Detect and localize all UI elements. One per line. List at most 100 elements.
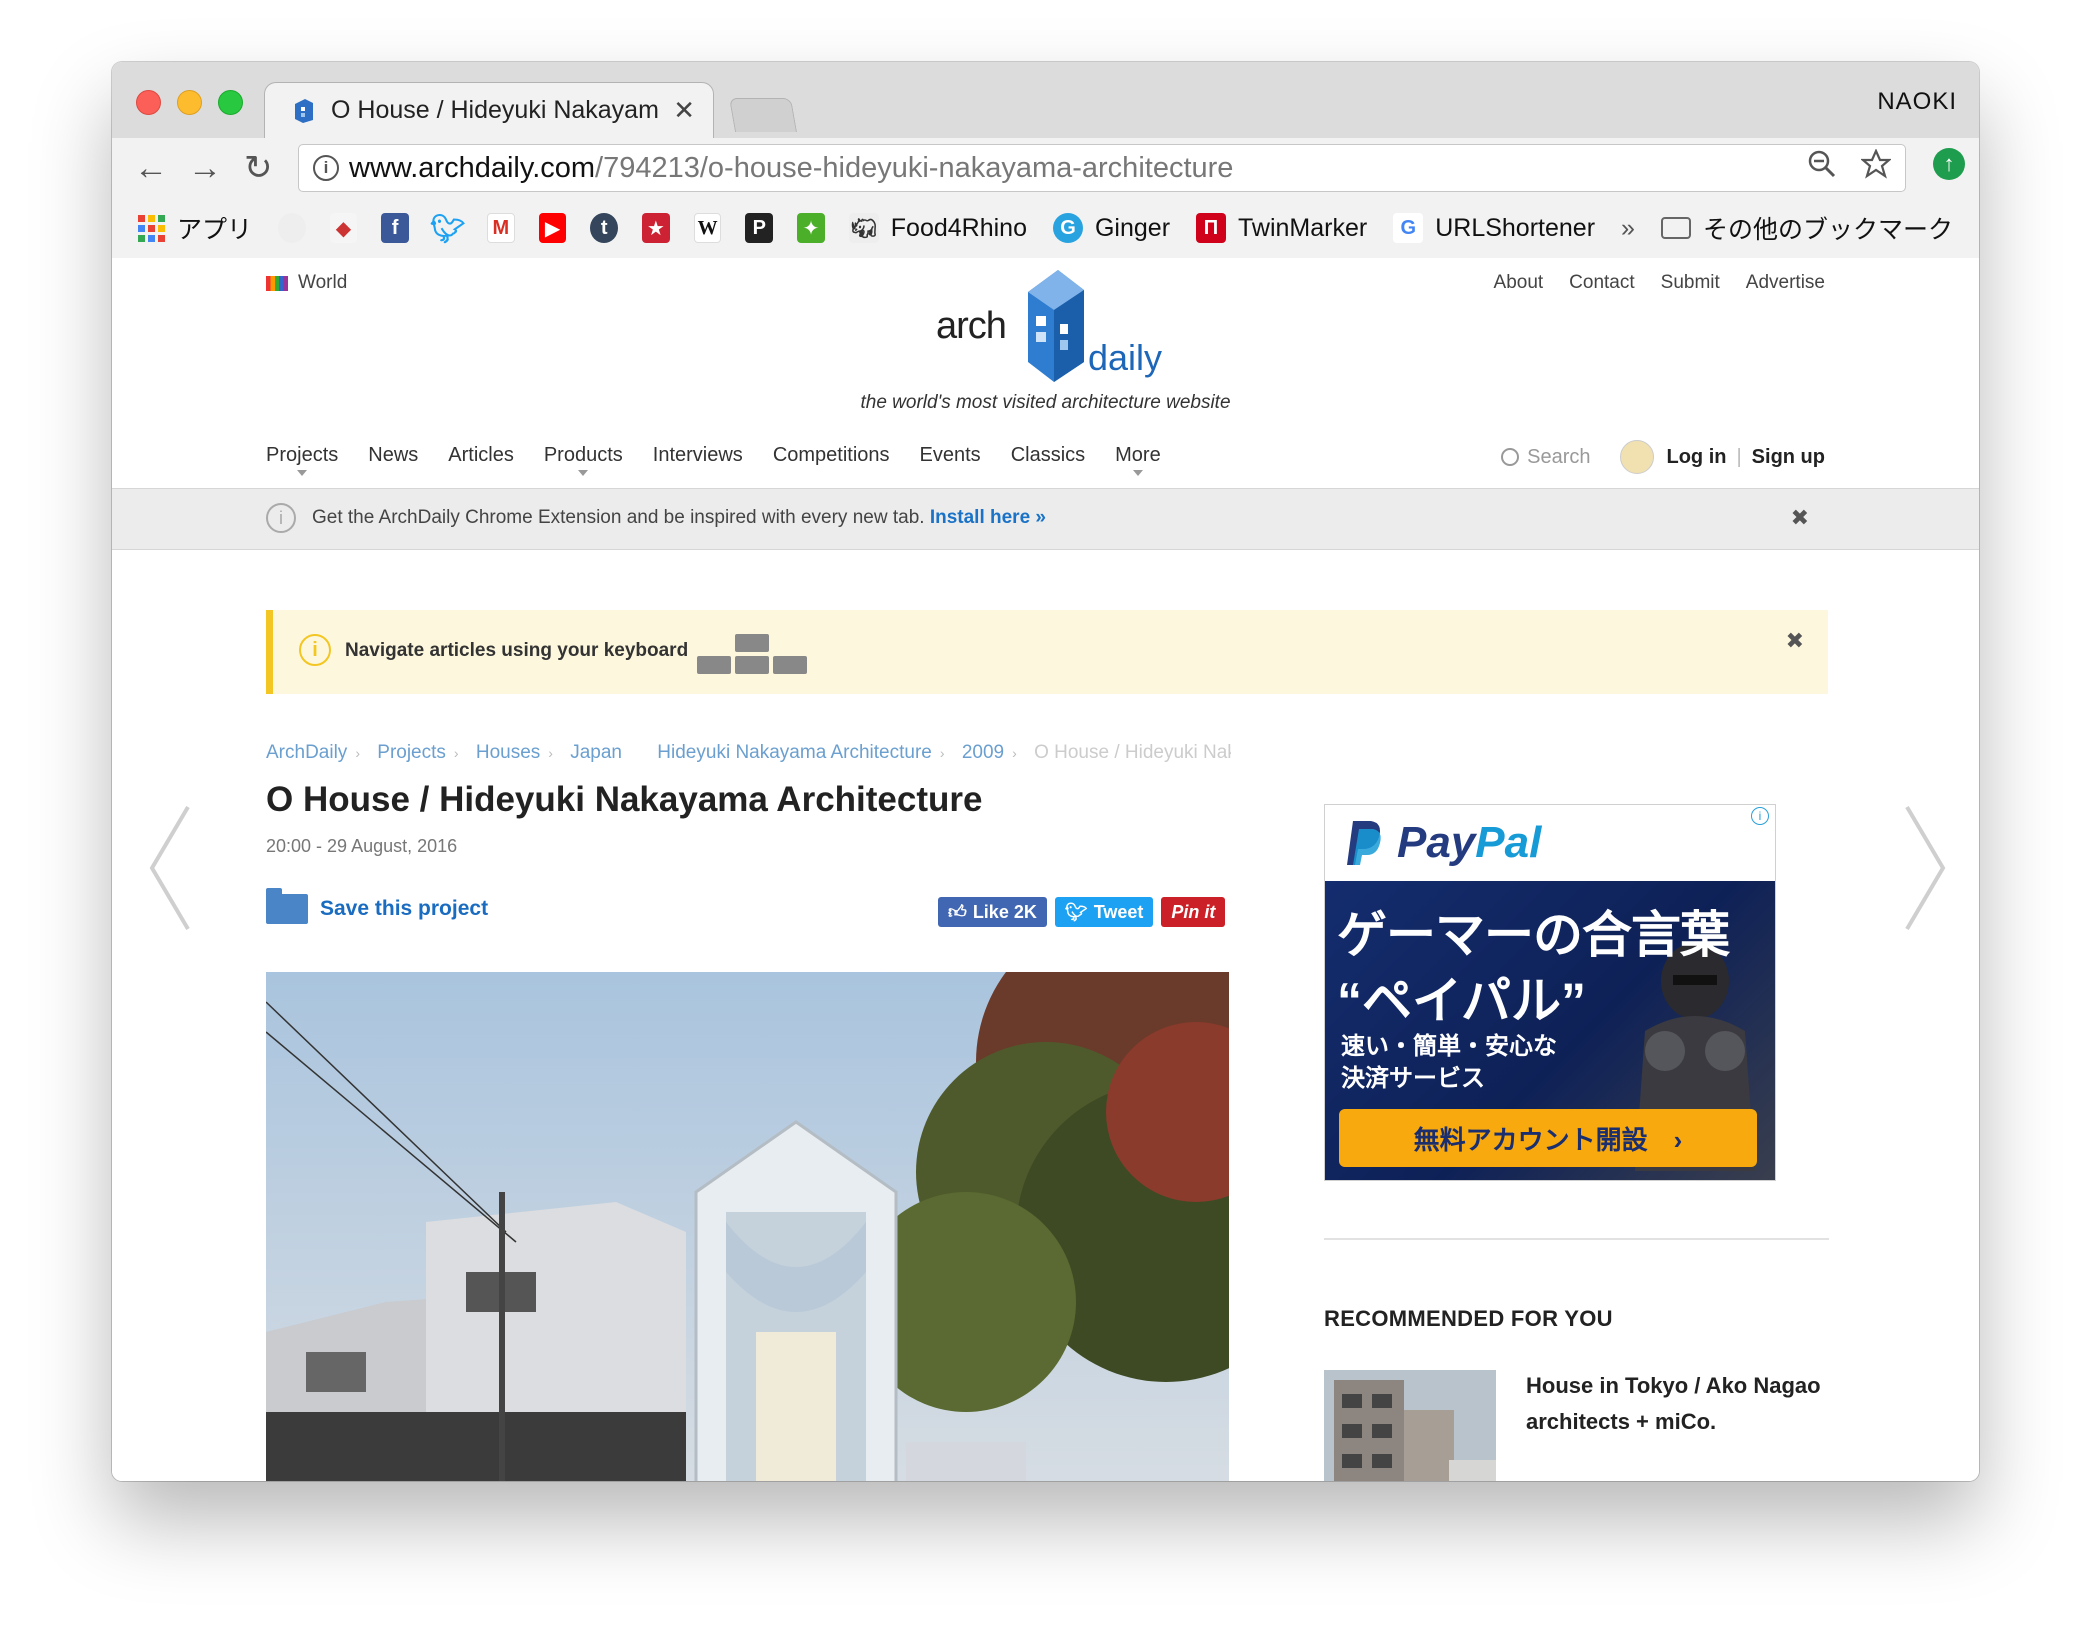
- back-arrow-icon[interactable]: ←: [134, 148, 168, 188]
- breadcrumb-projects[interactable]: Projects: [377, 742, 446, 763]
- bookmark-red-app-icon[interactable]: ★: [642, 213, 670, 243]
- bookmarks-overflow-icon[interactable]: »: [1621, 214, 1635, 243]
- ad-cta-button[interactable]: 無料アカウント開設 ›: [1339, 1109, 1757, 1167]
- nav-competitions[interactable]: Competitions: [773, 444, 890, 467]
- bookmark-p-icon[interactable]: P: [745, 213, 774, 243]
- paypal-ad[interactable]: Pay Pal i ゲーマーの合言葉 “ペイパル” 速い・簡単・安心な 決済サービ…: [1324, 804, 1776, 1181]
- bookmark-apps[interactable]: アプリ: [138, 210, 252, 246]
- region-selector[interactable]: World: [266, 272, 347, 294]
- facebook-like-button[interactable]: 👍︎ Like 2K: [938, 897, 1047, 927]
- zoom-window-button[interactable]: [218, 90, 243, 115]
- breadcrumb-archdaily[interactable]: ArchDaily: [266, 742, 347, 763]
- sidebar-divider: [1324, 1238, 1829, 1240]
- account-nav: Search Log in | Sign up: [1501, 440, 1825, 474]
- login-link[interactable]: Log in: [1666, 446, 1726, 469]
- ad-info-icon[interactable]: i: [1751, 807, 1769, 825]
- nav-products[interactable]: Products: [544, 444, 623, 476]
- paypal-p-icon: [1347, 821, 1381, 865]
- bookmark-other[interactable]: その他のブックマーク: [1660, 210, 1953, 246]
- nav-projects[interactable]: Projects: [266, 444, 338, 476]
- submit-link[interactable]: Submit: [1661, 272, 1720, 294]
- about-link[interactable]: About: [1494, 272, 1544, 294]
- twitter-bird-icon: 🐦︎: [1064, 901, 1088, 922]
- bookmark-ginger[interactable]: G Ginger: [1052, 213, 1170, 243]
- site-info-icon[interactable]: i: [313, 155, 339, 181]
- tumblr-icon[interactable]: t: [590, 213, 619, 243]
- gmail-icon[interactable]: M: [486, 213, 515, 243]
- recommended-thumbnail[interactable]: [1324, 1370, 1496, 1481]
- paypal-brand-b: Pal: [1475, 818, 1542, 867]
- advertise-link[interactable]: Advertise: [1746, 272, 1825, 294]
- keyboard-banner-close-icon[interactable]: ✖: [1786, 628, 1804, 654]
- extension-update-icon[interactable]: ↑: [1933, 148, 1965, 180]
- nav-articles[interactable]: Articles: [448, 444, 514, 467]
- breadcrumb-japan[interactable]: Japan: [570, 742, 622, 763]
- save-project-button[interactable]: Save this project: [266, 888, 488, 924]
- chrome-extension-banner: i Get the ArchDaily Chrome Extension and…: [112, 488, 1979, 550]
- page-content: World About Contact Submit Advertise arc…: [112, 258, 1979, 1481]
- nav-events[interactable]: Events: [920, 444, 981, 467]
- bookmark-star-icon[interactable]: [1860, 148, 1892, 187]
- next-article-arrow-icon[interactable]: [1891, 803, 1951, 933]
- bookmark-urlshortener[interactable]: G URLShortener: [1393, 213, 1595, 243]
- archdaily-logo[interactable]: arch daily: [932, 266, 1172, 386]
- site-tagline: the world's most visited architecture we…: [860, 392, 1231, 413]
- new-tab-button[interactable]: [729, 98, 797, 132]
- ginger-icon: G: [1052, 213, 1083, 243]
- browser-chrome: O House / Hideyuki Nakayama Architecture…: [112, 62, 1979, 258]
- bookmark-grey-circle-icon[interactable]: [278, 213, 306, 243]
- tab-active[interactable]: O House / Hideyuki Nakayama Architecture…: [264, 82, 714, 138]
- breadcrumb-chevron-icon: ›: [939, 745, 945, 761]
- ad-header: Pay Pal: [1325, 805, 1775, 881]
- close-window-button[interactable]: [136, 90, 161, 115]
- tab-close-icon[interactable]: ✕: [673, 95, 695, 126]
- reload-icon[interactable]: ↻: [244, 148, 273, 188]
- extension-banner-text: Get the ArchDaily Chrome Extension and b…: [312, 507, 1046, 529]
- twitter-icon[interactable]: 🐦︎: [430, 213, 466, 244]
- bookmark-badge-icon[interactable]: ◆: [329, 213, 358, 243]
- bookmark-food4rhino[interactable]: 🦏︎ Food4Rhino: [848, 213, 1027, 243]
- site-search[interactable]: Search: [1501, 446, 1590, 469]
- facebook-icon[interactable]: f: [381, 213, 409, 243]
- recommended-item-title[interactable]: House in Tokyo / Ako Nagao architects + …: [1526, 1368, 1826, 1440]
- youtube-icon[interactable]: ▶: [538, 213, 567, 243]
- project-hero-image[interactable]: [266, 972, 1229, 1481]
- forward-arrow-icon[interactable]: →: [188, 148, 222, 188]
- search-label: Search: [1527, 445, 1591, 468]
- install-extension-link[interactable]: Install here »: [930, 507, 1046, 528]
- signup-link[interactable]: Sign up: [1752, 446, 1825, 469]
- contact-link[interactable]: Contact: [1569, 272, 1634, 294]
- bookmark-other-label: その他のブックマーク: [1702, 216, 1953, 244]
- breadcrumb-houses[interactable]: Houses: [476, 742, 540, 763]
- ad-banner-body: ゲーマーの合言葉 “ペイパル” 速い・簡単・安心な 決済サービス 無料アカウント…: [1325, 881, 1775, 1180]
- wikipedia-icon[interactable]: W: [693, 213, 722, 243]
- extension-banner-close-icon[interactable]: ✖: [1791, 505, 1809, 531]
- zoom-icon[interactable]: [1807, 149, 1837, 187]
- avatar[interactable]: [1620, 440, 1655, 474]
- address-bar[interactable]: i www.archdaily.com/794213/o-house-hidey…: [298, 144, 1906, 192]
- folder-icon: [1660, 217, 1691, 239]
- breadcrumb-year[interactable]: 2009: [962, 742, 1004, 763]
- previous-article-arrow-icon[interactable]: [144, 803, 204, 933]
- ad-headline-2: “ペイパル”: [1337, 973, 1586, 1029]
- publish-date: 20:00 - 29 August, 2016: [266, 836, 458, 856]
- paypal-logo: Pay Pal: [1345, 818, 1541, 868]
- region-label: World: [298, 272, 348, 293]
- bookmarks-bar: アプリ ◆ f 🐦︎ M ▶ t ★ W P ✦ 🦏︎ Food4Rhino G…: [112, 198, 1979, 258]
- breadcrumb-architect[interactable]: Hideyuki Nakayama Architecture: [657, 742, 932, 763]
- nav-more[interactable]: More: [1115, 444, 1161, 476]
- nav-news[interactable]: News: [368, 444, 418, 467]
- nav-interviews[interactable]: Interviews: [653, 444, 743, 467]
- minimize-window-button[interactable]: [177, 90, 202, 115]
- tweet-button[interactable]: 🐦︎ Tweet: [1054, 897, 1154, 927]
- nav-classics[interactable]: Classics: [1011, 444, 1085, 467]
- bookmark-green-icon[interactable]: ✦: [797, 213, 825, 243]
- login-separator: |: [1736, 445, 1742, 468]
- breadcrumb-chevron-icon: ›: [453, 745, 459, 761]
- breadcrumb-chevron-icon: ›: [548, 745, 553, 761]
- bookmark-twinmarker[interactable]: Π TwinMarker: [1196, 213, 1367, 243]
- breadcrumb-current: O House / Hideyuki Nak: [1034, 742, 1231, 763]
- profile-name[interactable]: NAOKI: [1877, 88, 1957, 116]
- pin-it-button[interactable]: Pin it: [1161, 897, 1226, 927]
- share-buttons: 👍︎ Like 2K 🐦︎ Tweet Pin it: [938, 897, 1226, 927]
